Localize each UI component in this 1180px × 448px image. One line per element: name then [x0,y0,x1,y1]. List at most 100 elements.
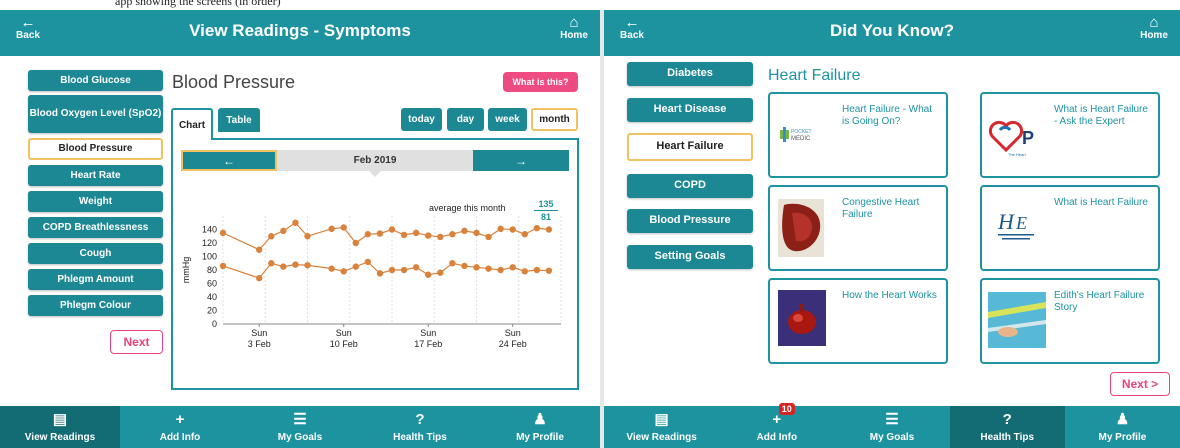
nav-add-info[interactable]: + Add Info [120,406,240,448]
pocket-medic-logo: POCKET MEDIC [778,110,820,160]
next-page-button[interactable]: Next > [1110,372,1170,396]
sidebar-item-blood-glucose[interactable]: Blood Glucose [28,70,163,91]
video-card[interactable]: Edith's Heart Failure Story [980,278,1160,364]
diastolic-point [485,265,492,272]
diastolic-point [364,258,372,266]
arrow-right-icon: → [515,153,527,168]
systolic-point [449,231,456,238]
diastolic-point [340,268,347,275]
range-today-button[interactable]: today [401,108,442,131]
video-card[interactable]: POCKET MEDIC Heart Failure - What is Goi… [768,92,948,178]
sidebar-item-cough[interactable]: Cough [28,243,163,264]
diastolic-point [425,271,432,278]
video-card[interactable]: How the Heart Works [768,278,948,364]
what-is-this-button[interactable]: What is this? [503,72,578,92]
view-readings-screen: ← Back View Readings - Symptoms ⌂ Home B… [0,10,600,448]
card-title: Edith's Heart Failure Story [1054,290,1145,313]
question-icon: ? [1002,411,1012,428]
home-button[interactable]: ⌂ Home [554,15,594,41]
list-icon: ☰ [293,411,307,428]
diastolic-point [449,260,456,267]
x-tick-label: Sun [251,328,267,338]
nav-my-goals[interactable]: ☰ My Goals [834,406,949,448]
svg-text:POCKET: POCKET [791,129,812,135]
y-tick-label: 0 [212,319,217,329]
diastolic-point [533,266,541,274]
systolic-point [485,233,492,241]
nav-health-tips[interactable]: ? Health Tips [949,406,1065,448]
systolic-point [280,227,287,235]
topic-diabetes[interactable]: Diabetes [627,62,753,86]
nav-my-profile[interactable]: ♟ My Profile [480,406,600,448]
video-card[interactable]: H E What is Heart Failure [980,185,1160,271]
page-title: Blood Pressure [172,72,296,92]
topic-heart-failure[interactable]: Heart Failure [627,133,753,161]
nav-add-info[interactable]: + Add Info 10 [719,403,834,448]
next-button[interactable]: Next [110,330,163,354]
sidebar-item-blood-oxygen[interactable]: Blood Oxygen Level (SpO2) [28,95,163,133]
list-icon: ☰ [885,411,899,428]
tab-table[interactable]: Table [218,108,260,132]
sidebar-item-heart-rate[interactable]: Heart Rate [28,165,163,186]
x-tick-label: Sun [505,328,521,338]
systolic-point [388,226,396,233]
hse-logo: H E [996,205,1038,255]
tab-chart[interactable]: Chart [171,108,213,140]
topic-blood-pressure[interactable]: Blood Pressure [627,209,753,233]
previous-month-button[interactable]: ← [181,150,277,171]
diastolic-point [521,268,528,275]
nav-my-goals[interactable]: ☰ My Goals [240,406,360,448]
video-card[interactable]: Congestive Heart Failure [768,185,948,271]
systolic-point [304,233,311,240]
readings-icon: ▤ [654,411,669,428]
sidebar-item-phlegm-amount[interactable]: Phlegm Amount [28,269,163,290]
range-week-button[interactable]: week [488,108,527,131]
diastolic-point [304,262,311,269]
y-tick-label: 100 [202,252,217,262]
topic-setting-goals[interactable]: Setting Goals [627,245,753,269]
card-title: What is Heart Failure [1054,197,1148,208]
month-label: Feb 2019 [353,155,397,166]
sidebar-item-blood-pressure[interactable]: Blood Pressure [28,138,163,160]
diastolic-point [400,266,408,274]
home-icon: ⌂ [569,14,579,31]
diastolic-point [412,264,420,271]
month-pointer [369,171,381,177]
nav-view-readings[interactable]: ▤ View Readings [0,406,120,448]
y-tick-label: 20 [207,306,217,316]
did-you-know-screen: ← Back Did You Know? ⌂ Home Diabetes Hea… [604,10,1180,448]
systolic-point [545,226,553,233]
screen-title: Did You Know? [829,21,955,40]
sidebar-item-phlegm-colour[interactable]: Phlegm Colour [28,295,163,316]
swimming-image [988,292,1046,348]
home-button[interactable]: ⌂ Home [1134,15,1174,41]
diastolic-point [388,266,396,274]
topic-copd[interactable]: COPD [627,174,753,198]
card-title: Congestive Heart Failure [842,197,920,220]
x-tick-label: Sun [420,328,436,338]
next-month-button[interactable]: → [473,150,569,171]
topic-heart-disease[interactable]: Heart Disease [627,98,753,122]
average-systolic: 135 [538,199,554,209]
diastolic-point [328,265,335,272]
systolic-point [497,225,504,233]
sidebar-item-weight[interactable]: Weight [28,191,163,212]
nav-health-tips[interactable]: ? Health Tips [360,406,480,448]
diastolic-point [509,264,516,271]
sidebar-item-copd-breathlessness[interactable]: COPD Breathlessness [28,217,163,238]
y-tick-label: 40 [207,292,217,302]
systolic-point [461,227,468,235]
screen-title: View Readings - Symptoms [189,21,411,40]
x-tick-label: 24 Feb [499,339,527,349]
x-tick-label: 17 Feb [414,339,442,349]
blood-pressure-chart: 020406080100120140mmHgSun3 FebSun10 FebS… [181,216,562,349]
diastolic-point [219,262,227,270]
diastolic-point [437,269,444,276]
systolic-point [352,239,359,247]
video-card[interactable]: P The Heart What is Heart Failure - Ask … [980,92,1160,178]
nav-my-profile[interactable]: ♟ My Profile [1065,406,1180,448]
systolic-point [376,230,384,237]
nav-view-readings[interactable]: ▤ View Readings [604,406,719,448]
range-month-button[interactable]: month [531,108,578,131]
range-day-button[interactable]: day [447,108,484,131]
